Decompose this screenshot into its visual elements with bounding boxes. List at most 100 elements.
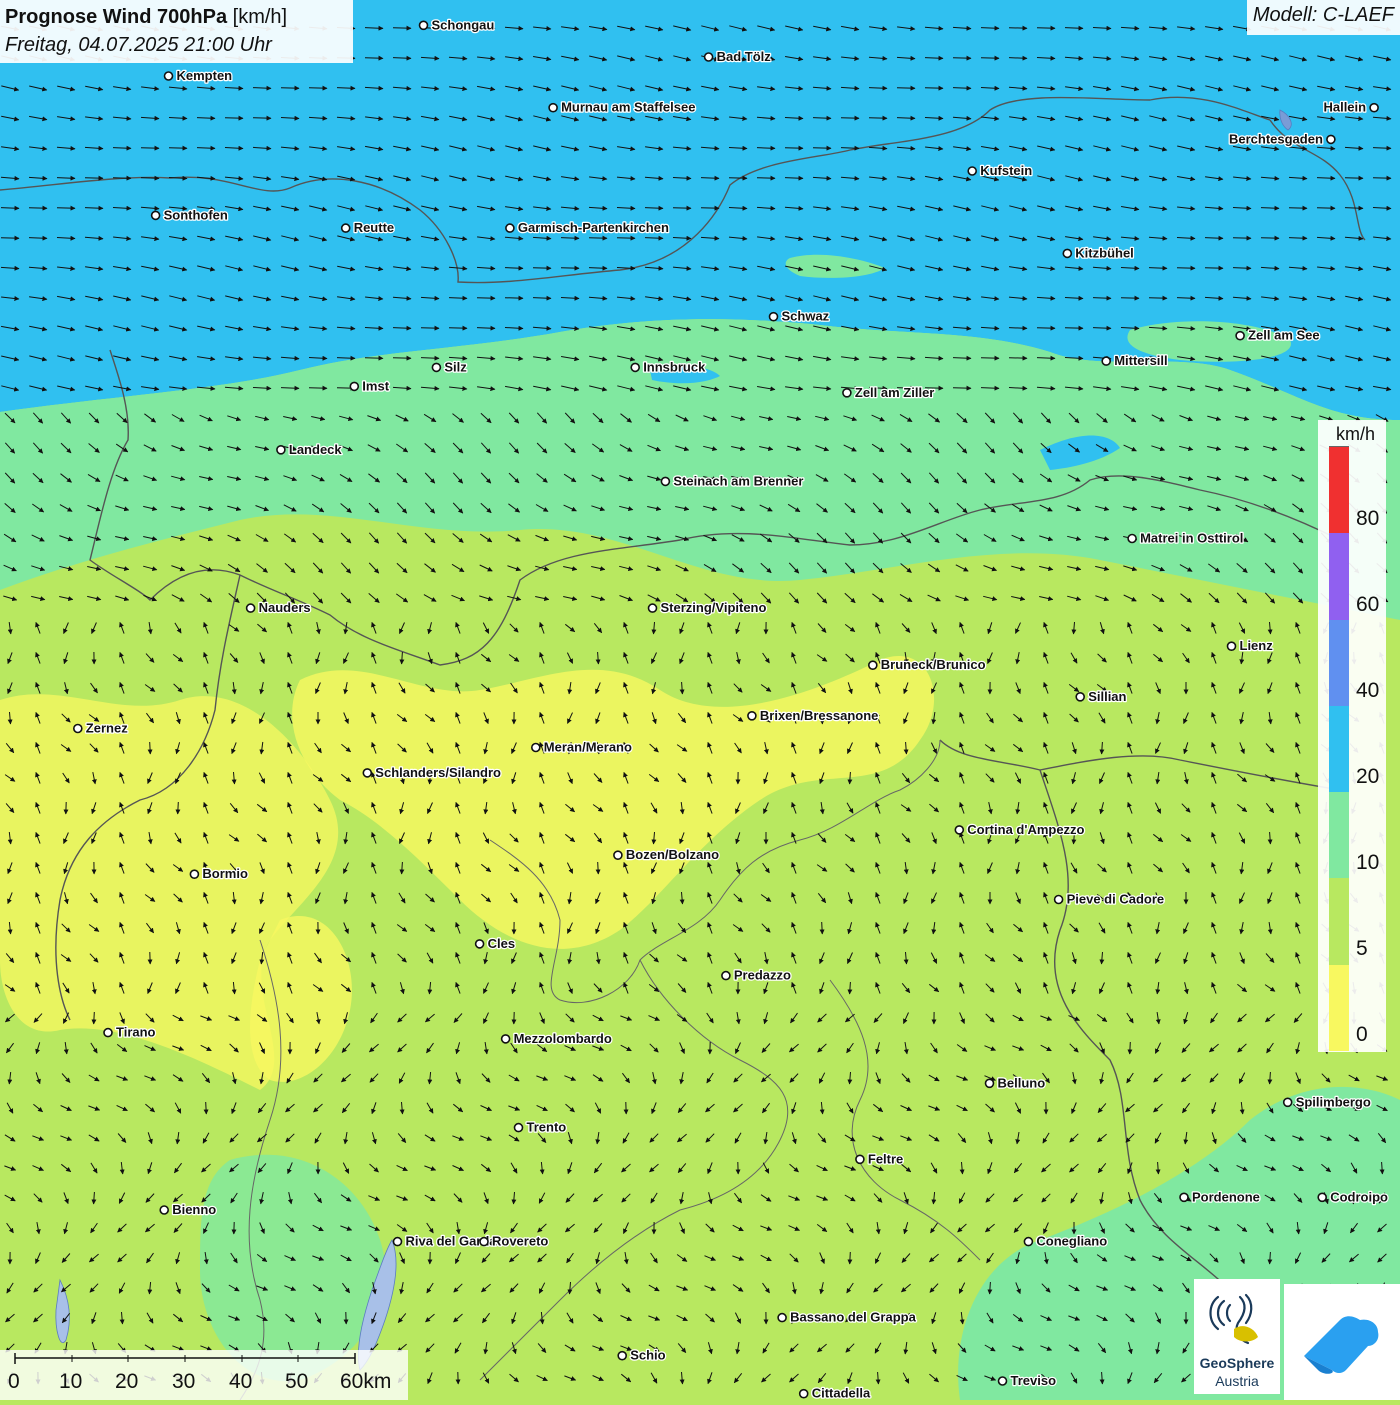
geosphere-country: Austria <box>1194 1373 1280 1389</box>
city-dot <box>869 661 877 669</box>
city-dot <box>1063 249 1071 257</box>
city-marker[interactable]: Steinach am Brenner <box>661 473 803 488</box>
legend-segment-80-100 <box>1329 446 1349 533</box>
wind-arrow <box>598 862 599 874</box>
city-dot <box>770 313 778 321</box>
city-marker[interactable]: Bruneck/Brunico <box>869 657 986 672</box>
city-dot <box>661 477 669 485</box>
city-marker[interactable]: Zell am Ziller <box>843 385 934 400</box>
wind-arrow <box>533 268 551 269</box>
city-dot <box>515 1124 523 1132</box>
city-dot <box>843 389 851 397</box>
wind-arrow <box>1 238 19 239</box>
weather-app-logo[interactable] <box>1284 1284 1400 1400</box>
city-dot <box>506 224 514 232</box>
city-marker[interactable]: Pordenone <box>1180 1189 1260 1204</box>
city-marker[interactable]: Mezzolombardo <box>502 1031 612 1046</box>
city-label: Spilimbergo <box>1296 1094 1371 1109</box>
city-marker[interactable]: Berchtesgaden <box>1229 131 1335 146</box>
city-dot <box>1180 1193 1188 1201</box>
wind-arrow <box>281 88 299 89</box>
map-title: Prognose Wind 700hPa [km/h] <box>5 3 348 31</box>
city-dot <box>342 224 350 232</box>
city-label: Bozen/Bolzano <box>626 847 719 862</box>
city-dot <box>856 1155 864 1163</box>
city-dot <box>614 851 622 859</box>
city-label: Cittadella <box>812 1386 871 1400</box>
scale-label-50: 50 <box>285 1370 308 1394</box>
city-dot <box>190 870 198 878</box>
city-marker[interactable]: Brixen/Bressanone <box>748 708 879 723</box>
city-marker[interactable]: Matrei in Osttirol <box>1128 531 1243 546</box>
city-dot <box>800 1390 808 1398</box>
city-label: Bruneck/Brunico <box>881 657 986 672</box>
wind-arrow <box>1205 268 1223 269</box>
city-marker[interactable]: Conegliano <box>1024 1234 1107 1249</box>
wind-arrow <box>925 88 943 89</box>
city-marker[interactable]: Sonthofen <box>152 207 228 222</box>
city-dot <box>1318 1193 1326 1201</box>
city-label: Conegliano <box>1036 1234 1107 1249</box>
city-marker[interactable]: Garmisch-Partenkirchen <box>506 220 669 235</box>
city-label: Schio <box>630 1348 665 1363</box>
city-marker[interactable]: Innsbruck <box>631 359 706 374</box>
city-dot <box>1102 357 1110 365</box>
wind-forecast-map[interactable]: SchongauBad TölzKemptenMurnau am Staffel… <box>0 0 1400 1400</box>
city-label: Bormio <box>202 866 248 881</box>
wind-arrow <box>729 178 747 179</box>
city-marker[interactable]: Meran/Merano <box>532 740 632 755</box>
city-label: Sillian <box>1088 689 1126 704</box>
city-marker[interactable]: Murnau am Staffelsee <box>549 100 695 115</box>
city-marker[interactable]: Bozen/Bolzano <box>614 847 719 862</box>
city-dot <box>1327 135 1335 143</box>
city-dot <box>549 104 557 112</box>
city-label: Mezzolombardo <box>514 1031 612 1046</box>
wind-arrow <box>85 178 103 179</box>
wind-arrow <box>850 1252 851 1264</box>
legend-segment-60-80 <box>1329 532 1349 619</box>
geosphere-logo[interactable]: GeoSphere Austria <box>1194 1279 1280 1394</box>
city-marker[interactable]: Sterzing/Vipiteno <box>649 600 767 615</box>
city-marker[interactable]: Zell am See <box>1236 328 1320 343</box>
city-dot <box>955 826 963 834</box>
legend-label-80: 80 <box>1356 507 1379 531</box>
wind-arrow <box>1037 28 1055 29</box>
city-label: Trento <box>527 1120 567 1135</box>
city-marker[interactable]: Pieve di Cadore <box>1055 892 1165 907</box>
city-dot <box>152 211 160 219</box>
city-marker[interactable]: Schlanders/Silandro <box>363 765 501 780</box>
city-label: Cortina d'Ampezzo <box>967 822 1084 837</box>
city-dot <box>532 744 540 752</box>
wind-arrow <box>1037 328 1055 329</box>
city-marker[interactable]: Spilimbergo <box>1284 1094 1371 1109</box>
wind-arrow <box>94 1012 95 1024</box>
wind-arrow <box>813 148 831 149</box>
scale-label-40: 40 <box>229 1370 252 1394</box>
city-label: Innsbruck <box>643 359 706 374</box>
wind-arrow <box>1009 358 1027 359</box>
geosphere-logo-icon <box>1194 1279 1280 1355</box>
city-label: Sonthofen <box>164 207 228 222</box>
model-label: Modell: C-LAEF <box>1247 0 1400 35</box>
city-marker[interactable]: Schongau <box>420 17 495 32</box>
city-dot <box>999 1377 1007 1385</box>
title-main: Prognose Wind 700hPa <box>5 6 227 28</box>
city-marker[interactable]: Cortina d'Ampezzo <box>955 822 1084 837</box>
wind-arrow <box>1065 328 1083 329</box>
city-label: Imst <box>362 378 389 393</box>
wind-arrow <box>225 118 243 119</box>
city-label: Reutte <box>354 220 394 235</box>
city-label: Bassano del Grappa <box>790 1310 916 1325</box>
city-label: Meran/Merano <box>544 740 632 755</box>
wind-arrow <box>673 208 691 209</box>
city-dot <box>1128 535 1136 543</box>
city-dot <box>420 21 428 29</box>
city-label: Codroipo <box>1330 1189 1388 1204</box>
wind-arrow <box>785 148 803 149</box>
wind-arrow <box>57 208 75 209</box>
legend-color-bar <box>1329 446 1349 1050</box>
wind-arrow <box>178 802 179 814</box>
city-marker[interactable]: Bassano del Grappa <box>778 1310 916 1325</box>
city-dot <box>74 725 82 733</box>
wind-arrow <box>1345 178 1363 179</box>
